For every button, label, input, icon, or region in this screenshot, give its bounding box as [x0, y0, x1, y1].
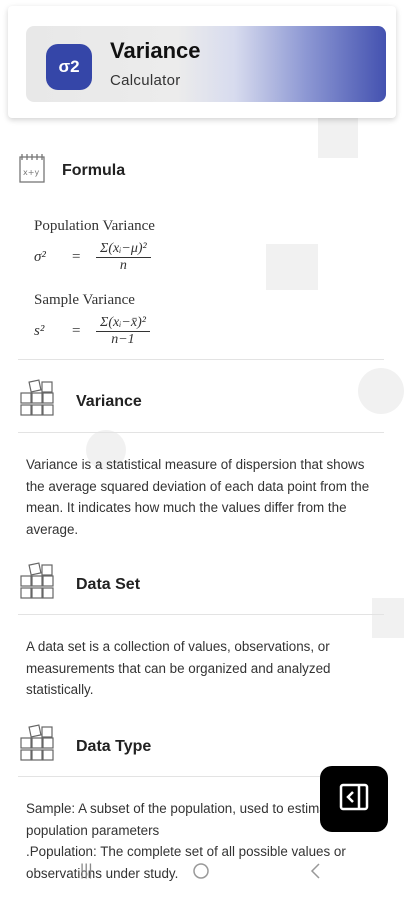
app-logo: σ2 — [46, 44, 92, 90]
divider — [18, 614, 384, 615]
bg-square-decoration — [266, 244, 318, 290]
divider — [18, 359, 384, 360]
equals-sign: = — [72, 323, 81, 339]
app-header: σ2 Variance Calculator — [8, 6, 396, 118]
calculator-notepad-icon: x+y — [18, 152, 48, 189]
collapse-panel-button[interactable] — [320, 766, 388, 832]
sample-lhs: s² — [34, 323, 45, 339]
recents-icon[interactable]: ||| — [80, 862, 92, 880]
data-type-title: Data Type — [76, 737, 152, 755]
header-card: σ2 Variance Calculator — [26, 26, 386, 102]
data-set-description: A data set is a collection of values, ob… — [26, 639, 331, 697]
back-icon[interactable] — [308, 862, 322, 885]
formula-title: Formula — [62, 161, 126, 179]
data-type-section-header: Data Type — [18, 724, 151, 769]
divider — [18, 432, 384, 433]
sample-variance-label: Sample Variance — [34, 292, 135, 308]
population-variance-formula: Population Variance σ² = Σ(xᵢ−μ)² n — [34, 218, 155, 274]
sample-denominator: n−1 — [111, 332, 135, 347]
app-title: Variance — [110, 38, 201, 63]
home-icon[interactable] — [192, 862, 210, 885]
bg-square-decoration — [318, 112, 358, 158]
bg-square-decoration — [372, 598, 404, 638]
number-blocks-icon — [18, 724, 62, 769]
population-fraction: Σ(xᵢ−μ)² n — [96, 241, 151, 274]
sample-fraction: Σ(xᵢ−x̄)² n−1 — [96, 315, 150, 348]
svg-text:x+y: x+y — [23, 168, 39, 177]
number-blocks-icon — [18, 562, 62, 607]
variance-section-header: Variance — [18, 379, 142, 424]
number-blocks-icon — [18, 379, 62, 424]
sample-variance-formula: Sample Variance s² = Σ(xᵢ−x̄)² n−1 — [34, 292, 150, 348]
collapse-panel-icon — [339, 782, 369, 817]
data-set-section-header: Data Set — [18, 562, 140, 607]
variance-title: Variance — [76, 392, 142, 410]
population-denominator: n — [119, 258, 127, 273]
population-variance-label: Population Variance — [34, 218, 155, 234]
population-numerator: Σ(xᵢ−μ)² — [96, 241, 151, 258]
bg-circle-decoration — [358, 368, 404, 414]
app-subtitle: Calculator — [110, 72, 181, 89]
data-set-title: Data Set — [76, 575, 141, 593]
equals-sign: = — [72, 249, 81, 265]
sample-numerator: Σ(xᵢ−x̄)² — [96, 315, 150, 332]
formula-section-header: x+y Formula — [18, 152, 125, 189]
variance-description: Variance is a statistical measure of dis… — [26, 457, 370, 537]
population-lhs: σ² — [34, 249, 46, 265]
